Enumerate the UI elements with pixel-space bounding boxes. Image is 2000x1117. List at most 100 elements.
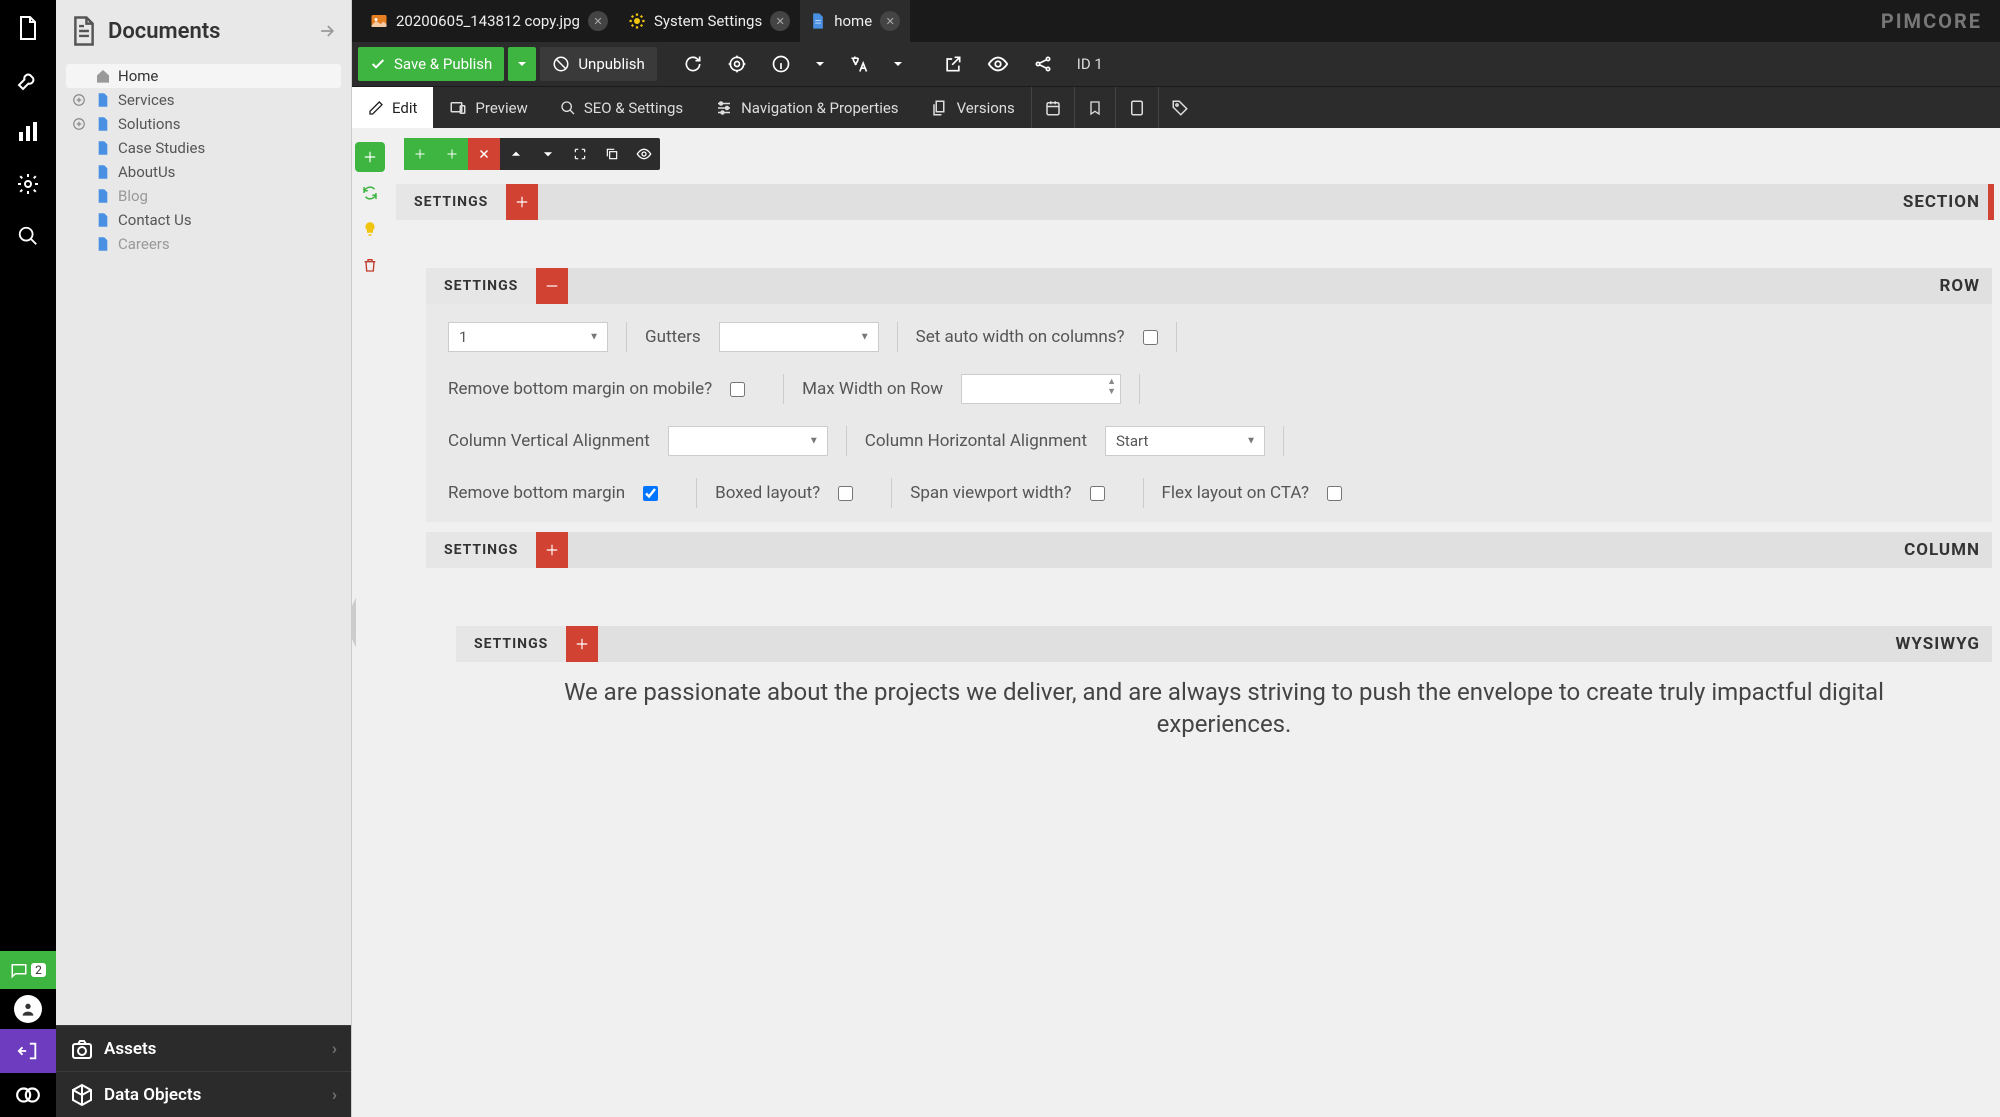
tab-home[interactable]: home ✕ xyxy=(800,0,910,42)
tab-label: 20200605_143812 copy.jpg xyxy=(396,12,580,30)
save-publish-button[interactable]: Save & Publish xyxy=(358,47,504,81)
main: 20200605_143812 copy.jpg ✕ System Settin… xyxy=(352,0,2000,1117)
spinner-icon[interactable]: ▲▼ xyxy=(1107,377,1116,397)
target-button[interactable] xyxy=(717,47,757,81)
sidebar-bottom-label: Assets xyxy=(104,1039,156,1059)
subtab-preview[interactable]: Preview xyxy=(433,87,543,128)
idea-button[interactable] xyxy=(355,214,385,244)
tree-item-careers[interactable]: Careers xyxy=(66,232,341,256)
preview-eye-button[interactable] xyxy=(977,47,1019,81)
search-icon[interactable] xyxy=(12,220,44,252)
doc-icon xyxy=(94,140,112,156)
sidebar-data-objects[interactable]: Data Objects › xyxy=(56,1071,351,1117)
tree-item-label: Contact Us xyxy=(118,211,192,229)
tree-item-label: Solutions xyxy=(118,115,181,133)
tree-item-home[interactable]: Home xyxy=(66,64,341,88)
block-remove-button[interactable] xyxy=(468,138,500,170)
subtab-versions[interactable]: Versions xyxy=(915,87,1031,128)
col-halign-select[interactable]: Start ▼ xyxy=(1105,426,1265,456)
tree-item-solutions[interactable]: Solutions xyxy=(66,112,341,136)
boxed-checkbox[interactable] xyxy=(838,486,853,501)
close-icon[interactable]: ✕ xyxy=(770,11,790,31)
tree-item-label: AboutUs xyxy=(118,163,175,181)
expand-icon[interactable] xyxy=(72,117,88,131)
col-valign-select[interactable]: ▼ xyxy=(668,426,828,456)
block-expand-button[interactable] xyxy=(564,138,596,170)
subtab-label: Edit xyxy=(392,99,417,117)
bookmark-button[interactable] xyxy=(1075,87,1115,128)
subtab-nav[interactable]: Navigation & Properties xyxy=(699,87,914,128)
close-icon[interactable]: ✕ xyxy=(588,11,608,31)
wysiwyg-content[interactable]: We are passionate about the projects we … xyxy=(456,662,1992,741)
notifications-button[interactable]: 2 xyxy=(0,951,56,989)
tab-image[interactable]: 20200605_143812 copy.jpg ✕ xyxy=(360,0,618,42)
block-copy-button[interactable] xyxy=(596,138,628,170)
add-block-button[interactable] xyxy=(355,142,385,172)
doc-icon xyxy=(94,92,112,108)
open-external-button[interactable] xyxy=(933,47,973,81)
reload-button[interactable] xyxy=(673,47,713,81)
row-settings-tab[interactable]: SETTINGS xyxy=(426,268,536,304)
translate-button[interactable] xyxy=(839,47,879,81)
unpublish-button[interactable]: Unpublish xyxy=(540,47,656,81)
tab-settings[interactable]: System Settings ✕ xyxy=(618,0,800,42)
document-id: ID 1 xyxy=(1077,55,1103,73)
save-publish-dropdown[interactable] xyxy=(508,47,536,81)
home-icon xyxy=(94,68,112,84)
block-add-button-2[interactable] xyxy=(436,138,468,170)
gutters-select[interactable]: ▼ xyxy=(719,322,879,352)
wysiwyg-expand-button[interactable] xyxy=(566,626,598,662)
close-icon[interactable]: ✕ xyxy=(880,11,900,31)
block-add-button[interactable] xyxy=(404,138,436,170)
tree-item-blog[interactable]: Blog xyxy=(66,184,341,208)
tabs-bar: 20200605_143812 copy.jpg ✕ System Settin… xyxy=(352,0,2000,42)
loop-icon[interactable] xyxy=(0,1073,56,1117)
subtab-edit[interactable]: Edit xyxy=(352,87,433,128)
panel-collapse-handle[interactable] xyxy=(352,598,356,648)
tree-item-contact[interactable]: Contact Us xyxy=(66,208,341,232)
block-preview-button[interactable] xyxy=(628,138,660,170)
subtab-seo[interactable]: SEO & Settings xyxy=(544,87,699,128)
column-expand-button[interactable] xyxy=(536,532,568,568)
flex-cta-checkbox[interactable] xyxy=(1327,486,1342,501)
schedule-button[interactable] xyxy=(1032,87,1074,128)
tag-button[interactable] xyxy=(1159,87,1201,128)
file-icon[interactable] xyxy=(12,12,44,44)
info-button[interactable] xyxy=(761,47,801,81)
wysiwyg-settings-tab[interactable]: SETTINGS xyxy=(456,626,566,662)
section-settings-tab[interactable]: SETTINGS xyxy=(396,184,506,220)
section-expand-button[interactable] xyxy=(506,184,538,220)
column-settings-tab[interactable]: SETTINGS xyxy=(426,532,536,568)
row-collapse-button[interactable] xyxy=(536,268,568,304)
col-valign-label: Column Vertical Alignment xyxy=(448,431,650,451)
logout-icon[interactable] xyxy=(0,1029,56,1073)
sync-button[interactable] xyxy=(355,178,385,208)
trash-button[interactable] xyxy=(355,250,385,280)
tree-item-case-studies[interactable]: Case Studies xyxy=(66,136,341,160)
block-move-down-button[interactable] xyxy=(532,138,564,170)
share-button[interactable] xyxy=(1023,47,1063,81)
sidebar-assets[interactable]: Assets › xyxy=(56,1025,351,1071)
select-value: Start xyxy=(1116,432,1148,450)
auto-width-checkbox[interactable] xyxy=(1143,330,1158,345)
flex-cta-label: Flex layout on CTA? xyxy=(1162,483,1309,503)
remove-margin-mobile-label: Remove bottom margin on mobile? xyxy=(448,379,712,399)
translate-dropdown[interactable] xyxy=(883,47,913,81)
sidebar-collapse-arrow[interactable] xyxy=(317,21,337,41)
tree-item-aboutus[interactable]: AboutUs xyxy=(66,160,341,184)
remove-bottom-margin-checkbox[interactable] xyxy=(643,486,658,501)
expand-icon[interactable] xyxy=(72,93,88,107)
wrench-icon[interactable] xyxy=(12,64,44,96)
user-avatar[interactable] xyxy=(0,989,56,1029)
remove-margin-mobile-checkbox[interactable] xyxy=(730,382,745,397)
block-move-up-button[interactable] xyxy=(500,138,532,170)
columns-select[interactable]: 1 ▼ xyxy=(448,322,608,352)
tree-item-services[interactable]: Services xyxy=(66,88,341,112)
span-viewport-checkbox[interactable] xyxy=(1090,486,1105,501)
row-settings-body: 1 ▼ Gutters ▼ Set auto width on columns? xyxy=(426,304,1992,522)
chart-icon[interactable] xyxy=(12,116,44,148)
max-width-input[interactable]: ▲▼ xyxy=(961,374,1121,404)
notes-button[interactable] xyxy=(1116,87,1158,128)
gear-icon[interactable] xyxy=(12,168,44,200)
info-dropdown[interactable] xyxy=(805,47,835,81)
